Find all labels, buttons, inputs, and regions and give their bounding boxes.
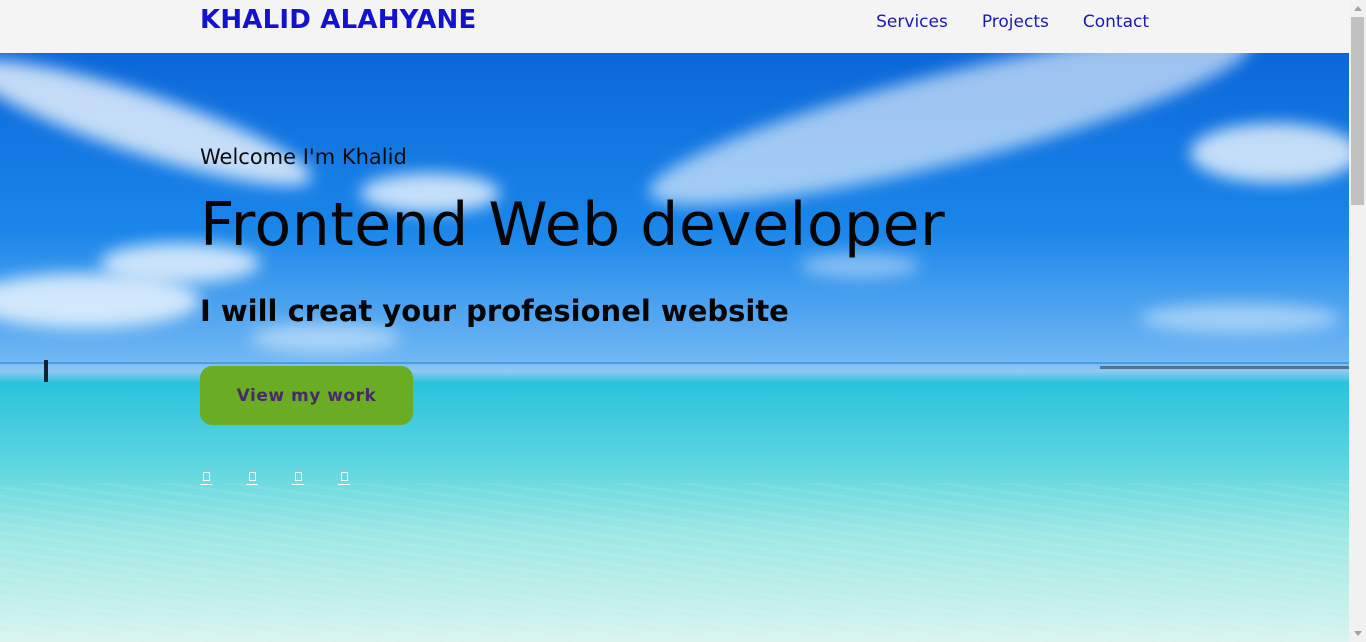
social-icon-3[interactable] [292, 470, 304, 485]
site-header: KHALID ALAHYANE Services Projects Contac… [0, 0, 1349, 53]
hero-background [0, 53, 1349, 642]
vertical-scrollbar[interactable] [1349, 0, 1366, 642]
social-icon-1[interactable] [200, 470, 212, 485]
social-icon-2[interactable] [246, 470, 258, 485]
scroll-thumb[interactable] [1351, 17, 1364, 205]
nav-item-services[interactable]: Services [876, 12, 948, 32]
scroll-up-arrow-icon[interactable] [1349, 0, 1366, 17]
main-nav: Services Projects Contact [876, 12, 1149, 32]
hero-title: Frontend Web developer [200, 190, 946, 260]
hero-subtitle: I will creat your profesionel website [200, 294, 789, 328]
nav-item-contact[interactable]: Contact [1083, 12, 1149, 32]
page: KHALID ALAHYANE Services Projects Contac… [0, 0, 1349, 642]
social-icon-4[interactable] [338, 470, 350, 485]
scroll-down-arrow-icon[interactable] [1349, 625, 1366, 642]
view-my-work-button[interactable]: View my work [200, 366, 413, 425]
site-logo[interactable]: KHALID ALAHYANE [200, 5, 476, 35]
welcome-text: Welcome I'm Khalid [200, 145, 407, 169]
nav-item-projects[interactable]: Projects [982, 12, 1049, 32]
social-links [200, 470, 350, 485]
